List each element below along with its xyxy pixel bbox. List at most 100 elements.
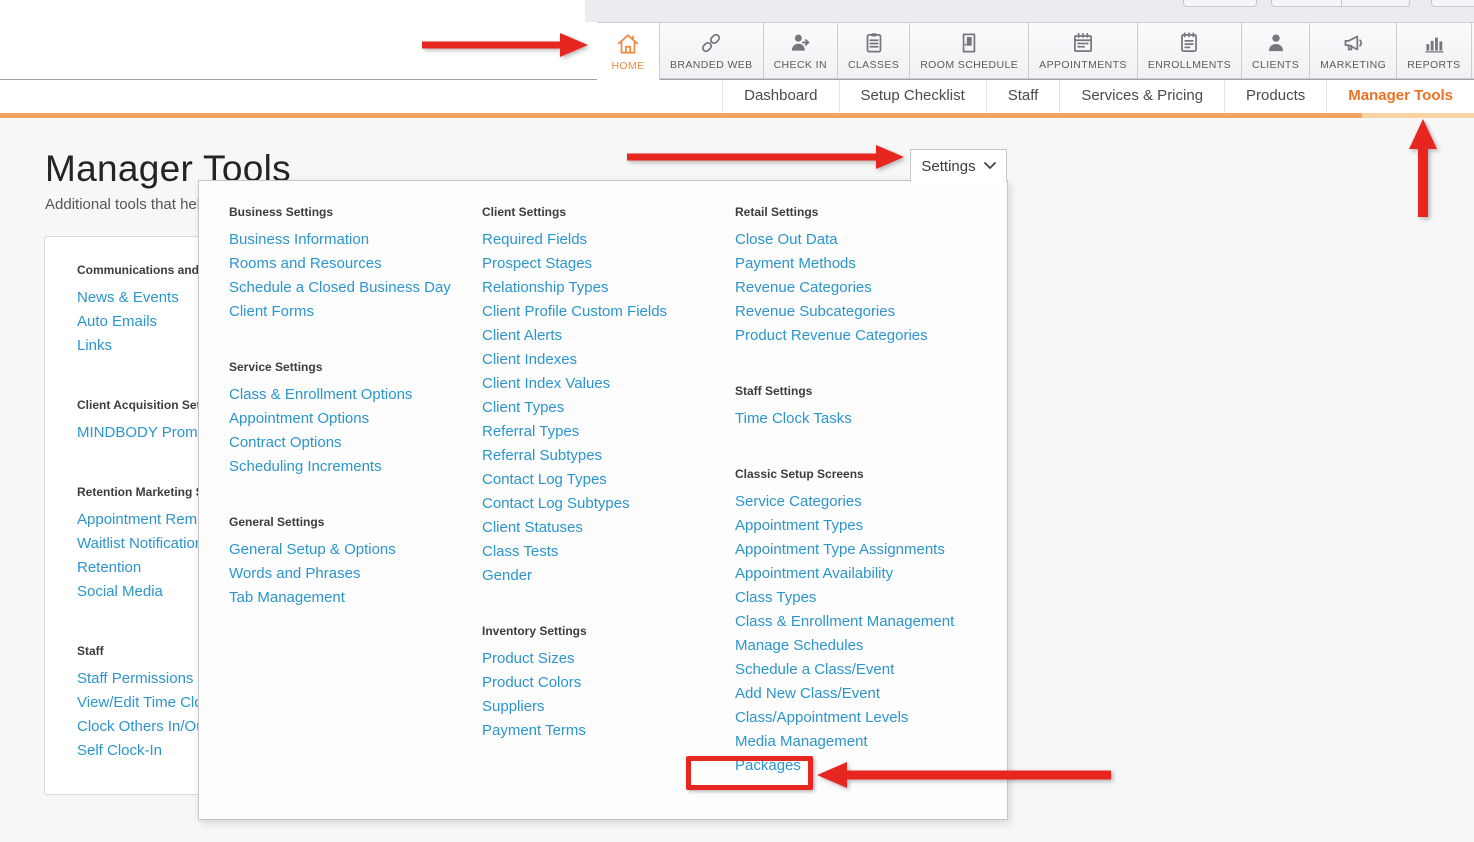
menu-link-client-alerts[interactable]: Client Alerts [482,324,732,348]
menu-link-client-forms[interactable]: Client Forms [229,300,479,324]
menu-link-client-statuses[interactable]: Client Statuses [482,516,732,540]
menu-section-heading: Client Settings [482,205,732,219]
menu-link-business-information[interactable]: Business Information [229,228,479,252]
menu-link-product-sizes[interactable]: Product Sizes [482,647,732,671]
tab-branded-web[interactable]: BRANDED WEB [659,22,764,79]
menu-link-client-types[interactable]: Client Types [482,396,732,420]
menu-link-rooms-and-resources[interactable]: Rooms and Resources [229,252,479,276]
menu-section-general-settings: General Settings General Setup & OptionsW… [229,515,479,610]
tab-label: BRANDED WEB [670,59,753,71]
tab-classes[interactable]: CLASSES [837,22,910,79]
menu-section-classic-setup-screens: Classic Setup ScreensService CategoriesA… [735,467,985,778]
tab-retail[interactable]: RETAIL [1471,22,1474,79]
menu-link-words-and-phrases[interactable]: Words and Phrases [229,562,479,586]
menu-link-product-colors[interactable]: Product Colors [482,671,732,695]
page-subtitle: Additional tools that help y [45,196,220,213]
tab-clients[interactable]: CLIENTS [1241,22,1310,79]
menu-link-gender[interactable]: Gender [482,564,732,588]
annotation-arrow-manager-tools [1408,119,1438,217]
menu-section-service-settings: Service SettingsClass & Enrollment Optio… [229,360,479,479]
menu-link-appointment-type-assignments[interactable]: Appointment Type Assignments [735,538,985,562]
menu-link-class-enrollment-options[interactable]: Class & Enrollment Options [229,383,479,407]
menu-section-heading: Retail Settings [735,205,985,219]
person-icon [1263,30,1289,56]
menu-link-add-new-class-event[interactable]: Add New Class/Event [735,682,985,706]
menu-section-heading: Staff Settings [735,384,985,398]
menu-link-revenue-categories[interactable]: Revenue Categories [735,276,985,300]
menu-link-service-categories[interactable]: Service Categories [735,490,985,514]
annotation-arrow-settings [627,144,904,170]
menu-link-class-tests[interactable]: Class Tests [482,540,732,564]
settings-menu-column-2: Client Settings Required FieldsProspect S… [482,205,732,743]
menu-link-contact-log-types[interactable]: Contact Log Types [482,468,732,492]
toolbar-fragment[interactable] [1183,0,1257,7]
menu-link-close-out-data[interactable]: Close Out Data [735,228,985,252]
menu-link-time-clock-tasks[interactable]: Time Clock Tasks [735,407,985,431]
menu-link-revenue-subcategories[interactable]: Revenue Subcategories [735,300,985,324]
menu-link-packages[interactable]: Packages [735,754,985,778]
subnav-item-manager-tools[interactable]: Manager Tools [1326,80,1474,113]
menu-link-product-revenue-categories[interactable]: Product Revenue Categories [735,324,985,348]
tab-enrollments[interactable]: ENROLLMENTS [1137,22,1242,79]
subnav-item-services-pricing[interactable]: Services & Pricing [1059,80,1224,113]
menu-link-schedule-a-class-event[interactable]: Schedule a Class/Event [735,658,985,682]
toolbar-fragment[interactable] [1271,0,1410,7]
app-screen: HOME BRANDED WEB CHECK IN CLASSES ROOM SCHED… [0,0,1474,842]
tab-label: APPOINTMENTS [1039,59,1127,71]
tab-marketing[interactable]: MARKETING [1309,22,1397,79]
menu-link-required-fields[interactable]: Required Fields [482,228,732,252]
subnav-item-dashboard[interactable]: Dashboard [722,80,838,113]
toolbar-fragment[interactable] [1431,0,1474,7]
menu-link-scheduling-increments[interactable]: Scheduling Increments [229,455,479,479]
subnav-item-staff[interactable]: Staff [986,80,1060,113]
door-icon [956,30,982,56]
menu-link-client-index-values[interactable]: Client Index Values [482,372,732,396]
menu-link-general-setup-options[interactable]: General Setup & Options [229,538,479,562]
menu-link-suppliers[interactable]: Suppliers [482,695,732,719]
menu-link-client-profile-custom-fields[interactable]: Client Profile Custom Fields [482,300,732,324]
accent-bar-active-segment [1362,113,1474,118]
menu-link-class-appointment-levels[interactable]: Class/Appointment Levels [735,706,985,730]
menu-link-payment-terms[interactable]: Payment Terms [482,719,732,743]
menu-link-prospect-stages[interactable]: Prospect Stages [482,252,732,276]
menu-link-appointment-options[interactable]: Appointment Options [229,407,479,431]
bar-chart-icon [1421,30,1447,56]
menu-link-class-types[interactable]: Class Types [735,586,985,610]
menu-link-referral-types[interactable]: Referral Types [482,420,732,444]
menu-section-staff-settings: Staff Settings Time Clock Tasks [735,384,985,431]
settings-dropdown-panel: Business Settings Business InformationRoo… [198,180,1008,820]
tab-label: CLIENTS [1252,59,1299,71]
menu-link-schedule-a-closed-business-day[interactable]: Schedule a Closed Business Day [229,276,479,300]
tab-appointments[interactable]: APPOINTMENTS [1028,22,1138,79]
menu-link-payment-methods[interactable]: Payment Methods [735,252,985,276]
menu-link-class-enrollment-management[interactable]: Class & Enrollment Management [735,610,985,634]
subnav-item-products[interactable]: Products [1224,80,1326,113]
menu-link-media-management[interactable]: Media Management [735,730,985,754]
settings-button[interactable]: Settings [910,149,1007,182]
tab-room-schedule[interactable]: ROOM SCHEDULE [909,22,1029,79]
menu-section-heading: Business Settings [229,205,479,219]
menu-link-contact-log-subtypes[interactable]: Contact Log Subtypes [482,492,732,516]
menu-link-tab-management[interactable]: Tab Management [229,586,479,610]
menu-link-appointment-availability[interactable]: Appointment Availability [735,562,985,586]
menu-link-referral-subtypes[interactable]: Referral Subtypes [482,444,732,468]
tab-check-in[interactable]: CHECK IN [763,22,838,79]
menu-link-manage-schedules[interactable]: Manage Schedules [735,634,985,658]
tab-label: REPORTS [1407,59,1460,71]
menu-section-client-settings: Client Settings Required FieldsProspect S… [482,205,732,588]
chevron-down-icon [984,162,996,170]
menu-link-contract-options[interactable]: Contract Options [229,431,479,455]
tab-label: CHECK IN [774,59,827,71]
menu-section-heading: Classic Setup Screens [735,467,985,481]
menu-link-appointment-types[interactable]: Appointment Types [735,514,985,538]
tab-label: HOME [611,60,644,72]
tab-label: CLASSES [848,59,899,71]
tab-reports[interactable]: REPORTS [1396,22,1471,79]
menu-link-client-indexes[interactable]: Client Indexes [482,348,732,372]
subnav-item-setup-checklist[interactable]: Setup Checklist [839,80,986,113]
main-tab-bar: HOME BRANDED WEB CHECK IN CLASSES ROOM SCHED… [597,22,1474,80]
menu-link-relationship-types[interactable]: Relationship Types [482,276,732,300]
tab-home[interactable]: HOME [597,22,660,80]
accent-bar [0,113,1474,118]
menu-section-heading: General Settings [229,515,479,529]
